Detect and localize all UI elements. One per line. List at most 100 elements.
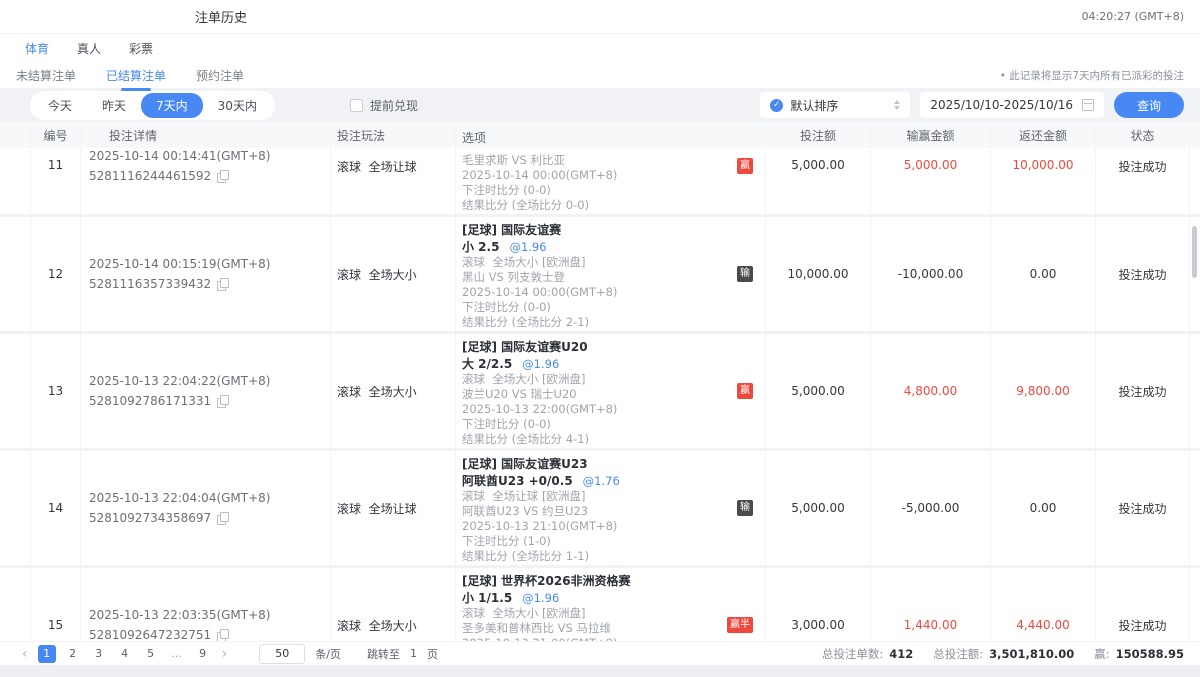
bet-details-cell: 2025-10-14 00:14:41(GMT+8)52811162444615… (80, 148, 330, 214)
quick-filter-今天[interactable]: 今天 (33, 93, 87, 118)
bet-amount: 5,000.00 (791, 501, 844, 515)
option-detail-line: 结果比分 (全场比分 2-1) (462, 315, 731, 330)
status-cell: 投注成功 (1095, 568, 1190, 641)
quick-filter-昨天[interactable]: 昨天 (87, 93, 141, 118)
table-header: 编号投注详情投注玩法选项投注额输赢金额返还金额状态 (0, 122, 1200, 148)
copy-icon[interactable] (217, 278, 228, 290)
option-detail-line: 2025-10-14 00:00(GMT+8) (462, 168, 731, 183)
status-cell: 投注成功 (1095, 334, 1190, 448)
bet-details: 2025-10-13 22:03:35(GMT+8)52810926472327… (81, 605, 270, 641)
page-button-1[interactable]: 1 (38, 645, 56, 663)
column-header: 编号 (30, 127, 80, 144)
tab-体育[interactable]: 体育 (25, 40, 49, 57)
option-detail-line: 下注时比分 (0-0) (462, 300, 731, 315)
option-detail-line: 滚球 全场让球 [欧洲盘] (462, 489, 731, 504)
option-detail-line: 滚球 全场大小 [欧洲盘] (462, 372, 731, 387)
order-index: 15 (48, 618, 63, 632)
prev-page-button[interactable]: ‹ (16, 647, 34, 661)
column-header: 返还金额 (990, 127, 1095, 144)
winloss-amount: -5,000.00 (902, 501, 960, 515)
bet-time: 2025-10-14 00:14:41(GMT+8) (89, 148, 270, 166)
early-cashout-checkbox[interactable] (350, 99, 363, 112)
column-header: 投注玩法 (330, 127, 455, 144)
table-body: 112025-10-14 00:14:41(GMT+8)528111624446… (0, 148, 1200, 641)
copy-icon[interactable] (217, 512, 228, 524)
pick-line: 小 2.5@1.96 (462, 238, 731, 255)
refund-amount-cell: 0.00 (990, 451, 1095, 565)
refund-amount: 10,000.00 (1012, 158, 1073, 172)
copy-icon[interactable] (217, 395, 228, 407)
subtab-已结算注单[interactable]: 已结算注单 (104, 63, 168, 88)
order-number: 5281092786171331 (89, 391, 211, 411)
page-button-4[interactable]: 4 (116, 645, 134, 663)
category-tabs: 体育 真人 彩票 (0, 34, 1200, 62)
total-orders-label: 总投注单数: (822, 646, 883, 662)
refund-amount: 4,440.00 (1016, 618, 1069, 632)
pagination-bar: ‹ 12345...9 › 条/页 跳转至 1 页 总投注单数: 412 总投注… (0, 641, 1200, 665)
date-range-picker[interactable]: 2025/10/10-2025/10/16 (920, 92, 1104, 118)
early-cashout-label: 提前兑现 (370, 97, 418, 114)
options-cell: 毛里求斯 VS 利比亚2025-10-14 00:00(GMT+8)下注时比分 … (455, 148, 765, 214)
bet-details-cell: 2025-10-14 00:15:19(GMT+8)52811163573394… (80, 217, 330, 331)
quick-filter-7天内[interactable]: 7天内 (141, 93, 203, 118)
next-page-button[interactable]: › (216, 647, 234, 661)
order-index-cell: 13 (30, 334, 80, 448)
column-header: 投注额 (765, 127, 870, 144)
early-cashout-filter[interactable]: 提前兑现 (350, 97, 418, 114)
total-win-label: 赢: (1094, 646, 1109, 662)
league-name: [足球] 国际友谊赛U23 (462, 456, 731, 472)
total-bet-value: 3,501,810.00 (989, 647, 1074, 661)
order-number: 5281116244461592 (89, 166, 211, 186)
tab-真人[interactable]: 真人 (77, 40, 101, 57)
order-index-cell: 11 (30, 148, 80, 214)
per-page-label: 条/页 (315, 646, 341, 662)
date-range-value: 2025/10/10-2025/10/16 (930, 98, 1073, 112)
settled-notice: • 此记录将显示7天内所有已派彩的投注 (1000, 68, 1184, 83)
total-bet-label: 总投注额: (933, 646, 983, 662)
refund-amount-cell: 0.00 (990, 217, 1095, 331)
page-size-input[interactable] (259, 644, 305, 664)
jump-page-value[interactable]: 1 (410, 647, 417, 660)
page-button-3[interactable]: 3 (90, 645, 108, 663)
status-cell: 投注成功 (1095, 451, 1190, 565)
order-number: 5281092647232751 (89, 625, 211, 641)
page-title: 注单历史 (195, 7, 247, 26)
selection: 大 2/2.5 (462, 357, 512, 371)
page-button-2[interactable]: 2 (64, 645, 82, 663)
order-number-line: 5281092786171331 (89, 391, 270, 411)
league-name: [足球] 国际友谊赛 (462, 222, 731, 238)
subtab-预约注单[interactable]: 预约注单 (194, 63, 246, 88)
selection: 阿联酋U23 +0/0.5 (462, 474, 573, 488)
order-number-line: 5281092647232751 (89, 625, 270, 641)
play-type: 滚球 全场大小 (331, 266, 417, 283)
bet-amount: 5,000.00 (791, 158, 844, 172)
option-detail-line: 结果比分 (全场比分 4-1) (462, 432, 731, 447)
sort-carets-icon (894, 100, 900, 110)
status-cell: 投注成功 (1095, 148, 1190, 214)
subtab-未结算注单[interactable]: 未结算注单 (14, 63, 78, 88)
result-badge: 赢 (737, 383, 753, 399)
status-text: 投注成功 (1118, 383, 1166, 400)
totals-summary: 总投注单数: 412 总投注额: 3,501,810.00 赢: 150588.… (808, 646, 1184, 662)
search-button[interactable]: 查询 (1114, 92, 1184, 118)
bet-amount-cell: 5,000.00 (765, 451, 870, 565)
copy-icon[interactable] (217, 170, 228, 182)
quick-filter-30天内[interactable]: 30天内 (203, 93, 272, 118)
total-orders-value: 412 (889, 647, 913, 661)
page-button-5[interactable]: 5 (142, 645, 160, 663)
jump-to-label: 跳转至 (367, 646, 400, 662)
play-type: 滚球 全场大小 (331, 383, 417, 400)
sort-select[interactable]: ✓ 默认排序 (760, 92, 910, 118)
option-detail-line: 结果比分 (全场比分 0-0) (462, 198, 731, 213)
order-number: 5281116357339432 (89, 274, 211, 294)
bet-amount-cell: 5,000.00 (765, 334, 870, 448)
options-cell: [足球] 国际友谊赛U23阿联酋U23 +0/0.5@1.76滚球 全场让球 [… (455, 451, 765, 565)
options-cell: [足球] 国际友谊赛小 2.5@1.96滚球 全场大小 [欧洲盘]黑山 VS 列… (455, 217, 765, 331)
play-type-cell: 滚球 全场大小 (330, 217, 455, 331)
copy-icon[interactable] (217, 629, 228, 641)
result-badge: 赢半 (727, 617, 753, 633)
status-text: 投注成功 (1118, 266, 1166, 283)
scrollbar-thumb[interactable] (1192, 226, 1197, 278)
tab-彩票[interactable]: 彩票 (129, 40, 153, 57)
page-button-9[interactable]: 9 (194, 645, 212, 663)
